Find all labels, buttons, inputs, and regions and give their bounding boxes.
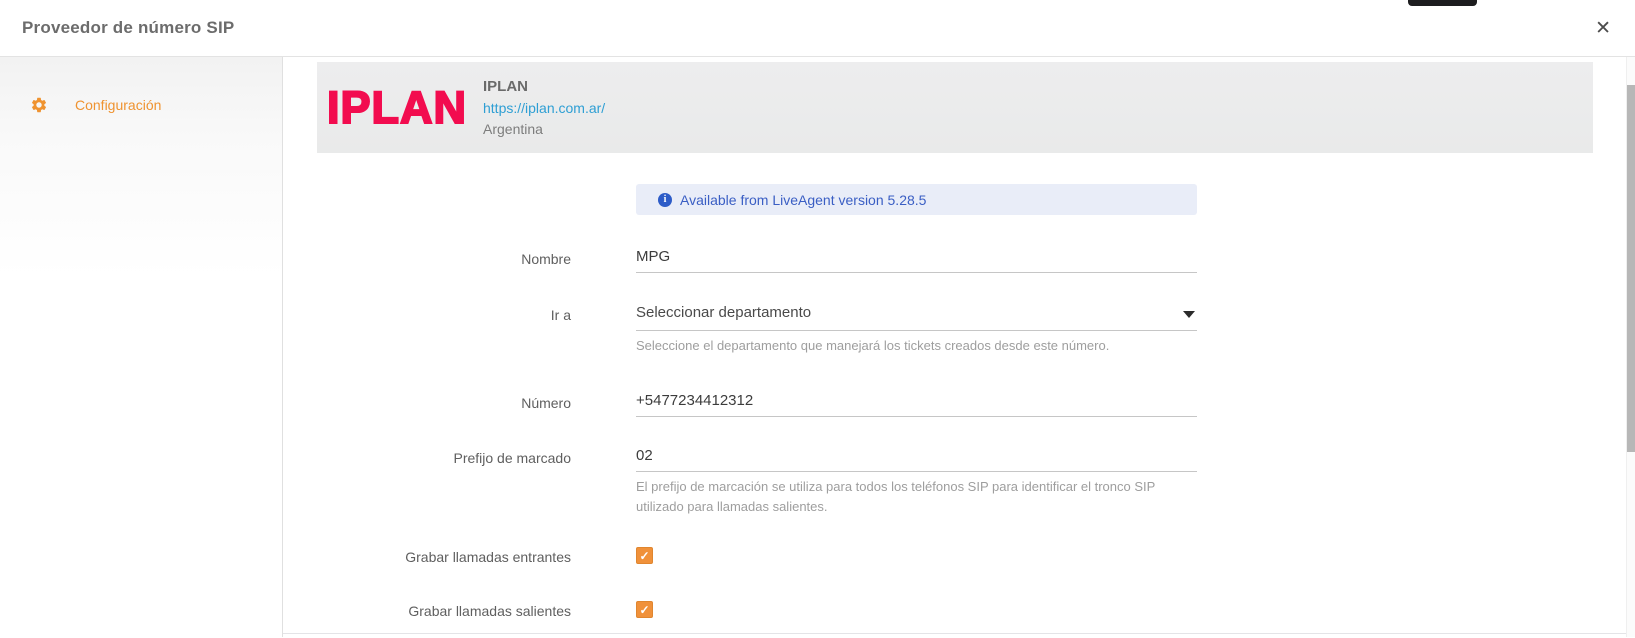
field-row-ir-a: Ir a Seleccionar departamento Seleccione… [317, 304, 1635, 356]
gear-icon [31, 97, 47, 113]
info-icon: i [658, 192, 672, 207]
scrollbar-track[interactable] [1626, 57, 1635, 637]
provider-name: IPLAN [483, 78, 528, 95]
field-row-grabar-entrantes: Grabar llamadas entrantes ✓ [317, 547, 1635, 565]
version-notice-banner: i Available from LiveAgent version 5.28.… [636, 184, 1197, 215]
numero-input[interactable] [636, 392, 1197, 417]
prefijo-helper-text: El prefijo de marcación se utiliza para … [636, 479, 1156, 515]
grabar-entrantes-checkbox[interactable]: ✓ [636, 547, 653, 565]
provider-info: IPLAN https://iplan.com.ar/ Argentina [483, 78, 605, 137]
dialog-title: Proveedor de número SIP [22, 18, 235, 37]
iplan-logo: IPLAN [326, 82, 467, 133]
close-icon[interactable]: ✕ [1595, 19, 1611, 38]
prefijo-input[interactable] [636, 447, 1197, 472]
chevron-down-icon[interactable] [1183, 311, 1195, 318]
sidebar-item-configuracion[interactable]: Configuración [0, 87, 282, 123]
nombre-input[interactable] [636, 248, 1197, 272]
dialog-body: Configuración IPLAN IPLAN https://iplan.… [0, 57, 1635, 637]
field-row-grabar-salientes: Grabar llamadas salientes ✓ [317, 601, 1635, 619]
ir-a-label: Ir a [550, 307, 571, 323]
top-black-tab [1408, 0, 1477, 6]
version-notice-text: Available from LiveAgent version 5.28.5 [680, 191, 927, 208]
provider-header: IPLAN IPLAN https://iplan.com.ar/ Argent… [317, 62, 1593, 153]
dialog-header: Proveedor de número SIP ✕ [0, 0, 1635, 57]
numero-label: Número [521, 395, 571, 412]
prefijo-label: Prefijo de marcado [453, 450, 571, 467]
ir-a-helper-text: Seleccione el departamento que manejará … [636, 338, 1110, 353]
scrollbar-thumb[interactable] [1627, 85, 1635, 452]
sidebar-item-label: Configuración [75, 97, 162, 113]
field-row-nombre: Nombre [317, 248, 1635, 273]
nombre-label: Nombre [521, 251, 571, 267]
grabar-salientes-label: Grabar llamadas salientes [408, 603, 571, 620]
grabar-entrantes-label: Grabar llamadas entrantes [405, 549, 571, 566]
grabar-salientes-checkbox[interactable]: ✓ [636, 601, 653, 619]
departamento-select[interactable]: Seleccionar departamento [636, 304, 1197, 331]
provider-country: Argentina [483, 121, 543, 137]
field-row-numero: Número [317, 392, 1635, 418]
sidebar: Configuración [0, 57, 283, 637]
footer-divider [283, 633, 1635, 634]
provider-url-link[interactable]: https://iplan.com.ar/ [483, 100, 605, 116]
field-row-prefijo: Prefijo de marcado El prefijo de marcaci… [317, 447, 1635, 517]
main-panel: IPLAN IPLAN https://iplan.com.ar/ Argent… [283, 57, 1635, 637]
departamento-select-value[interactable]: Seleccionar departamento [636, 304, 1197, 330]
